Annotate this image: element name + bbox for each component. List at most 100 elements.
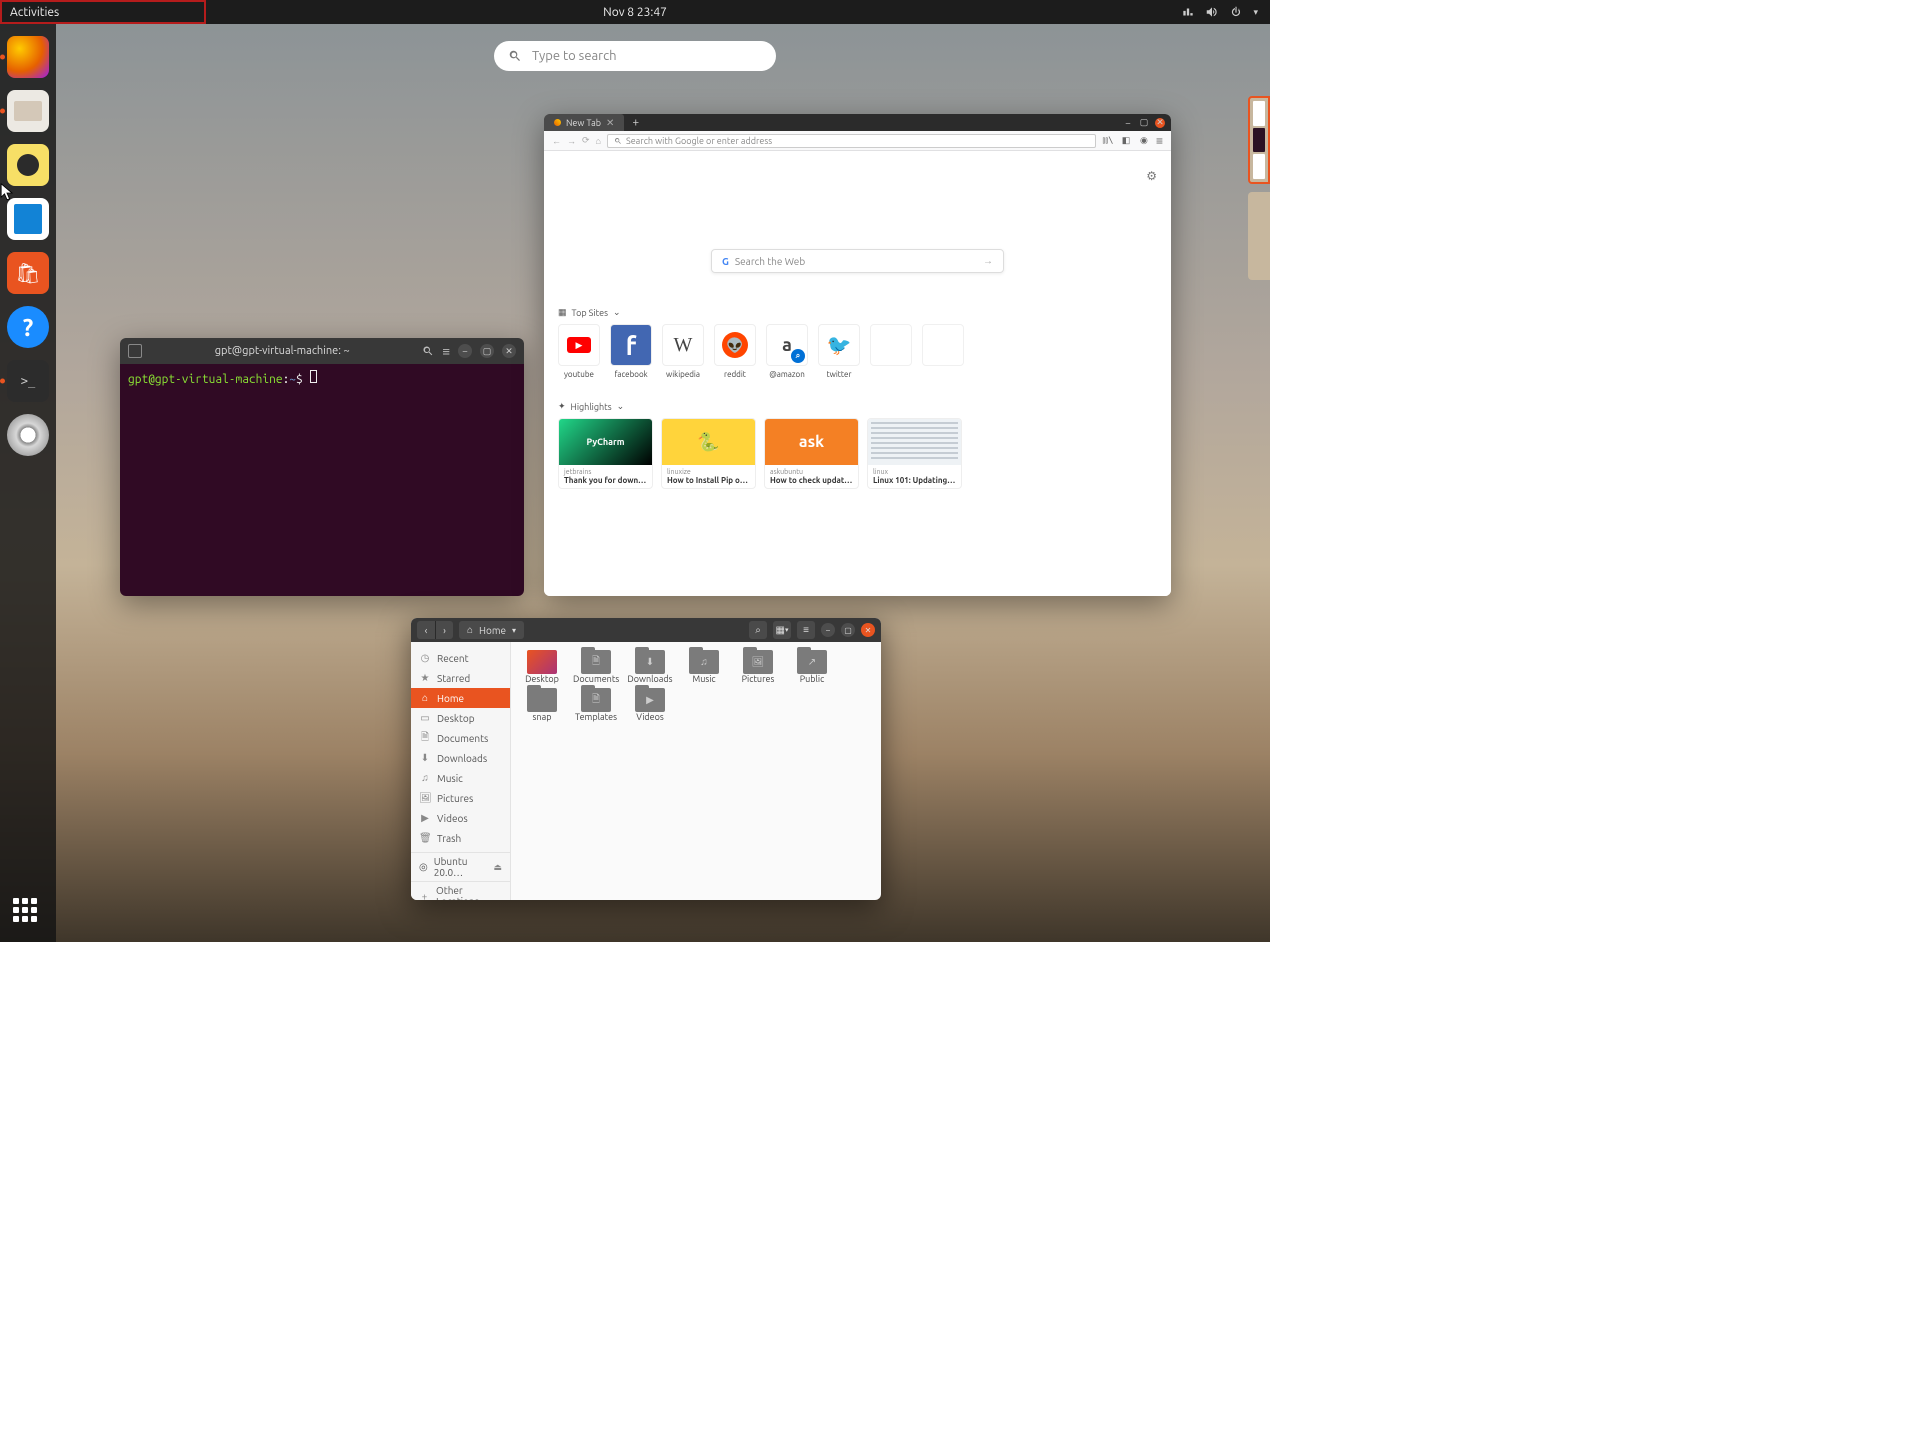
- highlight-card[interactable]: PyCharm jetbrainsThank you for downloadi…: [558, 418, 653, 489]
- files-minimize-button[interactable]: –: [821, 623, 835, 637]
- folder-templates[interactable]: 🗎Templates: [573, 688, 619, 722]
- search-icon: [508, 49, 522, 63]
- files-forward-button[interactable]: ›: [435, 621, 453, 639]
- sidebar-item-home[interactable]: ⌂Home: [411, 688, 510, 708]
- clock[interactable]: Nov 8 23:47: [603, 6, 667, 19]
- terminal-minimize-button[interactable]: –: [458, 344, 472, 358]
- files-back-button[interactable]: ‹: [417, 621, 435, 639]
- activities-indicator: [6, 22, 56, 24]
- sidebar-icon[interactable]: ◧: [1120, 135, 1132, 146]
- dock-files[interactable]: [7, 90, 49, 132]
- dock-writer[interactable]: [7, 198, 49, 240]
- terminal-search-icon[interactable]: [422, 345, 434, 357]
- topsites-header[interactable]: ▦ Top Sites ⌄: [558, 307, 1157, 318]
- highlights-header[interactable]: ✦ Highlights ⌄: [558, 401, 1157, 412]
- firefox-tab-new[interactable]: New Tab ✕: [544, 114, 624, 131]
- files-maximize-button[interactable]: ▢: [841, 623, 855, 637]
- folder-snap[interactable]: snap: [519, 688, 565, 722]
- url-bar[interactable]: Search with Google or enter address: [607, 134, 1096, 148]
- files-window[interactable]: ‹ › ⌂ Home ▾ ⌕ ▦▾ ≡ – ▢ ✕ ◷Recent ★Starr…: [411, 618, 881, 900]
- folder-downloads[interactable]: ⬇Downloads: [627, 650, 673, 684]
- dock-help[interactable]: ?: [7, 306, 49, 348]
- reload-button[interactable]: ⟳: [582, 135, 590, 146]
- tile-wikipedia[interactable]: Wwikipedia: [662, 324, 704, 379]
- sidebar-item-other[interactable]: +Other Locations: [411, 886, 510, 900]
- new-tab-button[interactable]: +: [624, 116, 647, 129]
- firefox-tabstrip: New Tab ✕ + – ▢ ✕: [544, 114, 1171, 131]
- back-button[interactable]: ←: [552, 136, 561, 146]
- firefox-close-button[interactable]: ✕: [1155, 118, 1165, 128]
- overview-search[interactable]: Type to search: [494, 41, 776, 71]
- network-icon: [1181, 5, 1195, 19]
- tile-amazon[interactable]: a⌕@amazon: [766, 324, 808, 379]
- tile-blank-2[interactable]: [922, 324, 964, 379]
- newtab-settings-icon[interactable]: ⚙: [1146, 169, 1157, 183]
- firefox-menu-button[interactable]: ≡: [1156, 134, 1163, 148]
- sidebar-item-drive[interactable]: ◎Ubuntu 20.0…⏏: [411, 857, 510, 877]
- tab-close-icon[interactable]: ✕: [606, 117, 614, 129]
- tile-youtube[interactable]: ▶youtube: [558, 324, 600, 379]
- sidebar-item-desktop[interactable]: ▭Desktop: [411, 708, 510, 728]
- files-close-button[interactable]: ✕: [861, 623, 875, 637]
- library-icon[interactable]: ⫾⫾\: [1102, 136, 1114, 146]
- chevron-down-icon: ▾: [1253, 7, 1258, 18]
- highlight-card[interactable]: linuxLinux 101: Updating Your …: [867, 418, 962, 489]
- files-pathbar[interactable]: ⌂ Home ▾: [459, 621, 524, 639]
- show-applications-button[interactable]: [13, 898, 43, 928]
- dock-rhythmbox[interactable]: [7, 144, 49, 186]
- folder-desktop[interactable]: Desktop: [519, 650, 565, 684]
- power-icon: [1229, 5, 1243, 19]
- sidebar-item-starred[interactable]: ★Starred: [411, 668, 510, 688]
- terminal-maximize-button[interactable]: ▢: [480, 344, 494, 358]
- workspace-1[interactable]: [1248, 96, 1270, 184]
- firefox-toolbar: ← → ⟳ ⌂ Search with Google or enter addr…: [544, 131, 1171, 151]
- terminal-body[interactable]: gpt@gpt-virtual-machine:~$: [120, 364, 524, 596]
- sidebar-item-videos[interactable]: ▶Videos: [411, 808, 510, 828]
- home-button[interactable]: ⌂: [596, 136, 601, 146]
- status-area[interactable]: ▾: [1181, 5, 1270, 19]
- sidebar-item-pictures[interactable]: 🖼Pictures: [411, 788, 510, 808]
- terminal-close-button[interactable]: ✕: [502, 344, 516, 358]
- tile-reddit[interactable]: 👽reddit: [714, 324, 756, 379]
- tile-blank-1[interactable]: [870, 324, 912, 379]
- dock-disc[interactable]: [7, 414, 49, 456]
- forward-button[interactable]: →: [567, 136, 576, 146]
- workspace-2[interactable]: [1248, 192, 1270, 280]
- terminal-menu-icon[interactable]: ≡: [434, 344, 458, 359]
- activities-button[interactable]: Activities: [0, 0, 69, 24]
- firefox-maximize-button[interactable]: ▢: [1139, 118, 1149, 128]
- folder-music[interactable]: ♫Music: [681, 650, 727, 684]
- highlight-card[interactable]: ask askubuntuHow to check updates ins…: [764, 418, 859, 489]
- firefox-window[interactable]: New Tab ✕ + – ▢ ✕ ← → ⟳ ⌂ Search with Go…: [544, 114, 1171, 596]
- terminal-window[interactable]: gpt@gpt-virtual-machine: ~ ≡ – ▢ ✕ gpt@g…: [120, 338, 524, 596]
- sidebar-item-documents[interactable]: 🗎Documents: [411, 728, 510, 748]
- folder-public[interactable]: ↗Public: [789, 650, 835, 684]
- sidebar-item-music[interactable]: ♫Music: [411, 768, 510, 788]
- top-bar: Activities Nov 8 23:47 ▾: [0, 0, 1270, 24]
- newtab-search[interactable]: G Search the Web →: [711, 249, 1004, 273]
- files-main[interactable]: Desktop 🗎Documents ⬇Downloads ♫Music 🖼Pi…: [511, 642, 881, 900]
- folder-pictures[interactable]: 🖼Pictures: [735, 650, 781, 684]
- tile-facebook[interactable]: ffacebook: [610, 324, 652, 379]
- eject-icon[interactable]: ⏏: [493, 862, 502, 873]
- files-search-button[interactable]: ⌕: [749, 621, 767, 639]
- highlight-card[interactable]: 🐍 linuxizeHow to Install Pip on Ubu…: [661, 418, 756, 489]
- sidebar-item-recent[interactable]: ◷Recent: [411, 648, 510, 668]
- files-view-grid-button[interactable]: ▦▾: [773, 621, 791, 639]
- firefox-minimize-button[interactable]: –: [1123, 118, 1133, 128]
- tile-twitter[interactable]: 🐦twitter: [818, 324, 860, 379]
- account-icon[interactable]: ◉: [1138, 135, 1150, 146]
- terminal-new-tab-icon[interactable]: [128, 344, 142, 358]
- dock-firefox[interactable]: [7, 36, 49, 78]
- grid-icon: ▦: [558, 307, 567, 318]
- folder-videos[interactable]: ▶Videos: [627, 688, 673, 722]
- sidebar-item-trash[interactable]: 🗑Trash: [411, 828, 510, 848]
- files-menu-button[interactable]: ≡: [797, 621, 815, 639]
- dock-terminal[interactable]: >_: [7, 360, 49, 402]
- sidebar-item-downloads[interactable]: ⬇Downloads: [411, 748, 510, 768]
- chevron-down-icon[interactable]: ▾: [512, 626, 516, 635]
- terminal-cursor: [310, 370, 317, 383]
- dock-software[interactable]: 🛍: [7, 252, 49, 294]
- terminal-titlebar[interactable]: gpt@gpt-virtual-machine: ~ ≡ – ▢ ✕: [120, 338, 524, 364]
- folder-documents[interactable]: 🗎Documents: [573, 650, 619, 684]
